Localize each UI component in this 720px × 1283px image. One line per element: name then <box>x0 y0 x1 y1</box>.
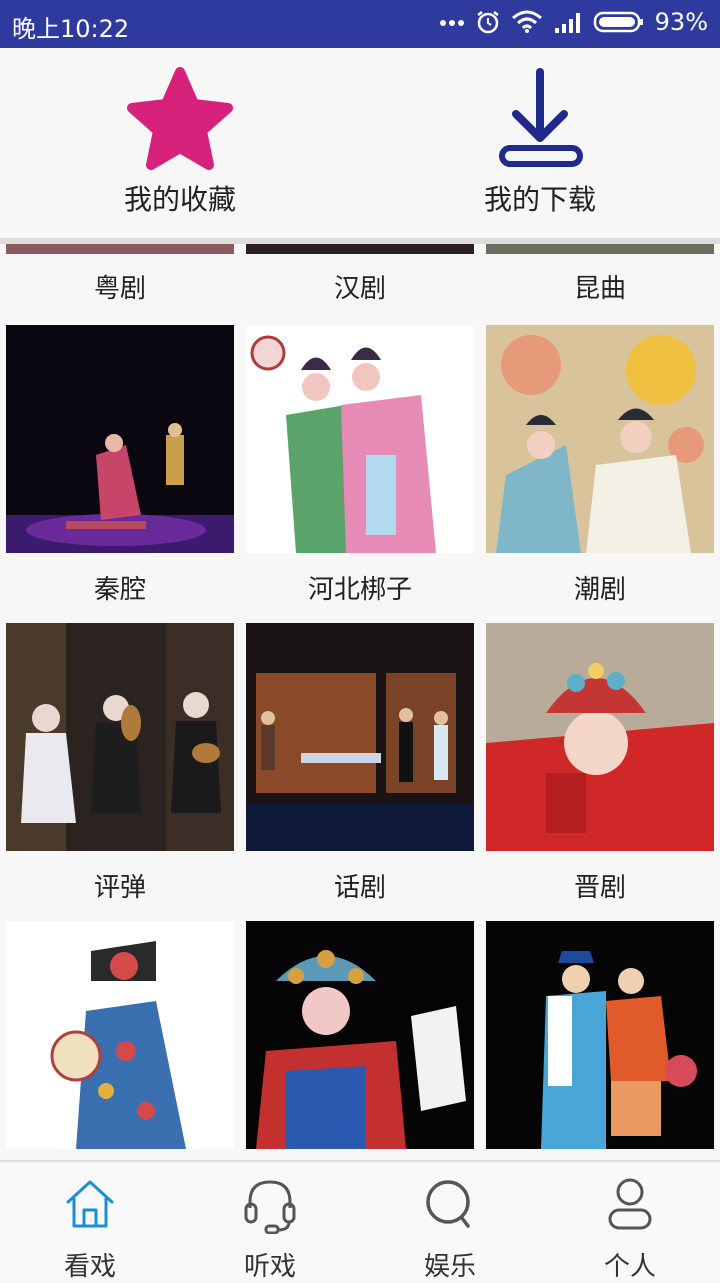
opera-title: 晋剧 <box>573 873 626 903</box>
quick-actions: 我的收藏 我的下载 <box>0 48 720 244</box>
opera-thumbnail <box>246 244 474 254</box>
battery-icon <box>593 10 645 34</box>
opera-thumbnail <box>486 921 714 1149</box>
search-icon <box>420 1174 480 1234</box>
tab-label: 看戏 <box>63 1252 116 1282</box>
opera-thumbnail <box>6 921 234 1149</box>
headphones-icon <box>240 1174 300 1235</box>
opera-thumbnail <box>246 623 474 851</box>
wifi-icon <box>511 10 543 34</box>
opera-title: 河北梆子 <box>307 575 412 605</box>
my-favorites-label: 我的收藏 <box>123 183 236 216</box>
bottom-nav: 看戏 听戏 娱乐 个人 <box>0 1160 720 1282</box>
opera-thumbnail <box>246 921 474 1149</box>
opera-title: 秦腔 <box>93 575 146 605</box>
tab-label: 听戏 <box>243 1252 296 1282</box>
download-icon <box>480 66 600 176</box>
my-downloads-button[interactable]: 我的下载 <box>360 48 720 238</box>
opera-thumbnail <box>6 244 234 254</box>
opera-thumbnail <box>486 244 714 254</box>
tab-watch-opera[interactable]: 看戏 <box>0 1162 180 1282</box>
my-favorites-button[interactable]: 我的收藏 <box>0 48 360 238</box>
opera-title: 昆曲 <box>573 274 626 304</box>
star-icon <box>120 66 240 176</box>
home-icon <box>60 1174 120 1234</box>
opera-title: 评弹 <box>93 873 146 903</box>
opera-thumbnail <box>6 325 234 553</box>
status-time: 晚上10:22 <box>12 15 130 43</box>
my-downloads-label: 我的下载 <box>483 183 596 216</box>
more-dots-icon <box>439 17 465 27</box>
alarm-icon <box>475 9 501 35</box>
opera-grid: 粤剧 汉剧 昆曲 秦腔 河北梆子 潮剧 评弹 话剧 晋剧 <box>0 244 720 1160</box>
battery-percent: 93% <box>654 8 708 36</box>
tab-label: 娱乐 <box>423 1252 476 1282</box>
opera-title: 粤剧 <box>93 274 146 304</box>
status-bar: 晚上10:22 93% <box>0 0 720 48</box>
signal-icon <box>553 10 583 34</box>
tab-entertainment[interactable]: 娱乐 <box>360 1162 540 1282</box>
opera-thumbnail <box>486 325 714 553</box>
opera-title: 汉剧 <box>333 274 386 304</box>
tab-listen-opera[interactable]: 听戏 <box>180 1162 360 1282</box>
opera-thumbnail <box>6 623 234 851</box>
opera-thumbnail <box>246 325 474 553</box>
opera-thumbnail <box>486 623 714 851</box>
opera-title: 潮剧 <box>573 575 626 605</box>
opera-title: 话剧 <box>333 873 386 903</box>
tab-label: 个人 <box>603 1252 656 1282</box>
tab-personal[interactable]: 个人 <box>540 1162 720 1282</box>
person-icon <box>600 1174 660 1234</box>
